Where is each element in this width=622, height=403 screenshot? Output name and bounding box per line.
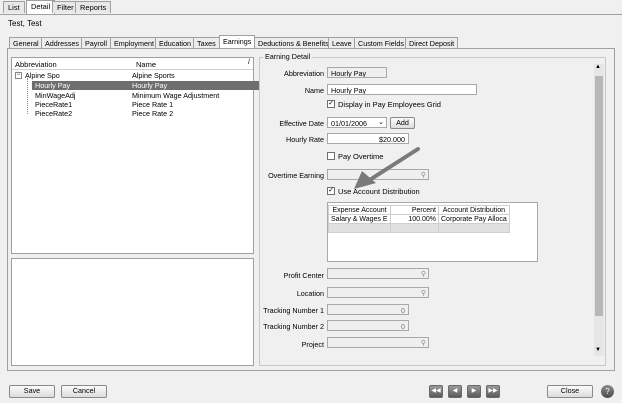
pay-overtime-checkbox[interactable] bbox=[327, 152, 335, 160]
hourly-rate-field[interactable]: $20.000 bbox=[327, 133, 409, 144]
grid-cell-percent[interactable]: 100.00% bbox=[390, 214, 439, 224]
tree-item-hourly-pay[interactable]: Hourly Pay Hourly Pay bbox=[32, 81, 261, 90]
top-tab-divider bbox=[0, 14, 622, 15]
tab-payroll[interactable]: Payroll bbox=[81, 37, 111, 48]
tab-list[interactable]: List bbox=[3, 1, 25, 13]
tree-item-minwage[interactable]: MinWageAdj Minimum Wage Adjustment bbox=[32, 91, 268, 100]
abbreviation-field[interactable]: Hourly Pay bbox=[327, 67, 387, 78]
grid-cell-expense[interactable]: Salary & Wages E bbox=[328, 214, 391, 224]
display-grid-checkbox[interactable]: ✓ bbox=[327, 100, 335, 108]
effective-date-select[interactable]: 01/01/2006 ⌄ bbox=[327, 117, 387, 128]
header-divider bbox=[12, 69, 253, 70]
effective-date-value: 01/01/2006 bbox=[331, 119, 367, 128]
scroll-up-icon[interactable]: ▲ bbox=[595, 64, 601, 70]
grid-cell-empty[interactable] bbox=[390, 223, 439, 233]
tab-education[interactable]: Education bbox=[155, 37, 195, 48]
section-title: Earning Detail bbox=[263, 52, 313, 61]
profit-center-field[interactable]: ⚲ bbox=[327, 268, 429, 279]
lookup-icon: ⚲ bbox=[420, 340, 426, 347]
grid-cell-distribution[interactable]: Corporate Pay Alloca bbox=[438, 214, 510, 224]
tree-item-name: Hourly Pay bbox=[132, 81, 168, 90]
cancel-button[interactable]: Cancel bbox=[61, 385, 107, 398]
project-label: Project bbox=[301, 340, 324, 349]
tracking-number-1-field[interactable]: 0 bbox=[327, 304, 409, 315]
grid-header-expense[interactable]: Expense Account bbox=[328, 205, 391, 215]
save-button[interactable]: Save bbox=[9, 385, 55, 398]
tree-item-alpine[interactable]: Alpine Spo Alpine Sports bbox=[25, 71, 261, 80]
tree-item-abbrev: PieceRate2 bbox=[35, 109, 73, 118]
tree-item-name: Piece Rate 2 bbox=[132, 109, 174, 118]
name-label: Name bbox=[304, 86, 324, 95]
col-header-abbreviation[interactable]: Abbreviation bbox=[15, 60, 57, 69]
tree-item-piecerate1[interactable]: PieceRate1 Piece Rate 1 bbox=[32, 100, 268, 109]
tree-line bbox=[27, 78, 28, 114]
grid-header-distribution[interactable]: Account Distribution bbox=[438, 205, 510, 215]
location-label: Location bbox=[296, 289, 324, 298]
callout-arrow-icon bbox=[354, 147, 420, 189]
tree-item-abbrev: Hourly Pay bbox=[35, 81, 71, 90]
tab-addresses[interactable]: Addresses bbox=[41, 37, 83, 48]
first-record-icon[interactable]: ◀◀ bbox=[429, 385, 443, 398]
add-date-button[interactable]: Add bbox=[390, 117, 415, 129]
tab-direct-deposit[interactable]: Direct Deposit bbox=[405, 37, 459, 48]
tracking-number-1-label: Tracking Number 1 bbox=[263, 306, 324, 315]
use-account-distribution-checkbox[interactable]: ✓ bbox=[327, 187, 335, 195]
abbreviation-label: Abbreviation bbox=[284, 69, 324, 78]
tree-item-name: Piece Rate 1 bbox=[132, 100, 174, 109]
tab-taxes[interactable]: Taxes bbox=[193, 37, 220, 48]
overtime-earning-label: Overtime Earning bbox=[268, 171, 324, 180]
project-field[interactable]: ⚲ bbox=[327, 337, 429, 348]
tree-item-name: Minimum Wage Adjustment bbox=[132, 91, 220, 100]
location-field[interactable]: ⚲ bbox=[327, 287, 429, 298]
earnings-tree[interactable]: Abbreviation Name / − Alpine Spo Alpine … bbox=[11, 57, 261, 254]
tracking-number-2-label: Tracking Number 2 bbox=[263, 322, 324, 331]
scroll-thumb[interactable] bbox=[595, 76, 603, 316]
tab-custom-fields[interactable]: Custom Fields bbox=[354, 37, 408, 48]
tab-reports[interactable]: Reports bbox=[75, 1, 112, 13]
display-grid-label: Display in Pay Employees Grid bbox=[338, 100, 441, 109]
help-icon[interactable]: ? bbox=[601, 385, 614, 398]
next-record-icon[interactable]: ▶ bbox=[467, 385, 481, 398]
chevron-down-icon: ⌄ bbox=[378, 119, 384, 126]
collapse-icon[interactable]: − bbox=[15, 72, 22, 79]
scrollbar[interactable]: ▲ ▼ bbox=[594, 64, 604, 356]
sort-indicator-icon: / bbox=[248, 59, 250, 66]
tree-item-piecerate2[interactable]: PieceRate2 Piece Rate 2 bbox=[32, 109, 268, 118]
grid-header-percent[interactable]: Percent bbox=[390, 205, 439, 215]
tracking-number-2-field[interactable]: 0 bbox=[327, 320, 409, 331]
tree-item-abbrev: PieceRate1 bbox=[35, 100, 73, 109]
name-field[interactable]: Hourly Pay bbox=[327, 84, 477, 95]
lookup-icon: ⚲ bbox=[420, 271, 426, 278]
tab-detail[interactable]: Detail bbox=[26, 0, 56, 14]
prev-record-icon[interactable]: ◀ bbox=[448, 385, 462, 398]
tab-general[interactable]: General bbox=[9, 37, 43, 48]
record-title: Test, Test bbox=[8, 19, 42, 28]
close-button[interactable]: Close bbox=[547, 385, 593, 398]
tab-leave[interactable]: Leave bbox=[328, 37, 356, 48]
tab-earnings[interactable]: Earnings bbox=[219, 35, 256, 48]
effective-date-label: Effective Date bbox=[279, 119, 324, 128]
distribution-grid[interactable]: Expense Account Percent Account Distribu… bbox=[327, 202, 538, 262]
last-record-icon[interactable]: ▶▶ bbox=[486, 385, 500, 398]
profit-center-label: Profit Center bbox=[283, 271, 324, 280]
grid-cell-empty[interactable] bbox=[438, 223, 510, 233]
tree-item-abbrev: Alpine Spo bbox=[25, 71, 60, 80]
grid-cell-empty[interactable] bbox=[328, 223, 391, 233]
hourly-rate-label: Hourly Rate bbox=[286, 135, 324, 144]
notes-panel bbox=[11, 258, 254, 366]
tree-item-abbrev: MinWageAdj bbox=[35, 91, 76, 100]
tab-employment[interactable]: Employment bbox=[110, 37, 158, 48]
col-header-name[interactable]: Name bbox=[136, 60, 156, 69]
tab-deductions[interactable]: Deductions & Benefits bbox=[254, 37, 333, 48]
tree-item-name: Alpine Sports bbox=[132, 71, 175, 80]
scroll-down-icon[interactable]: ▼ bbox=[595, 347, 601, 353]
lookup-icon: ⚲ bbox=[420, 290, 426, 297]
